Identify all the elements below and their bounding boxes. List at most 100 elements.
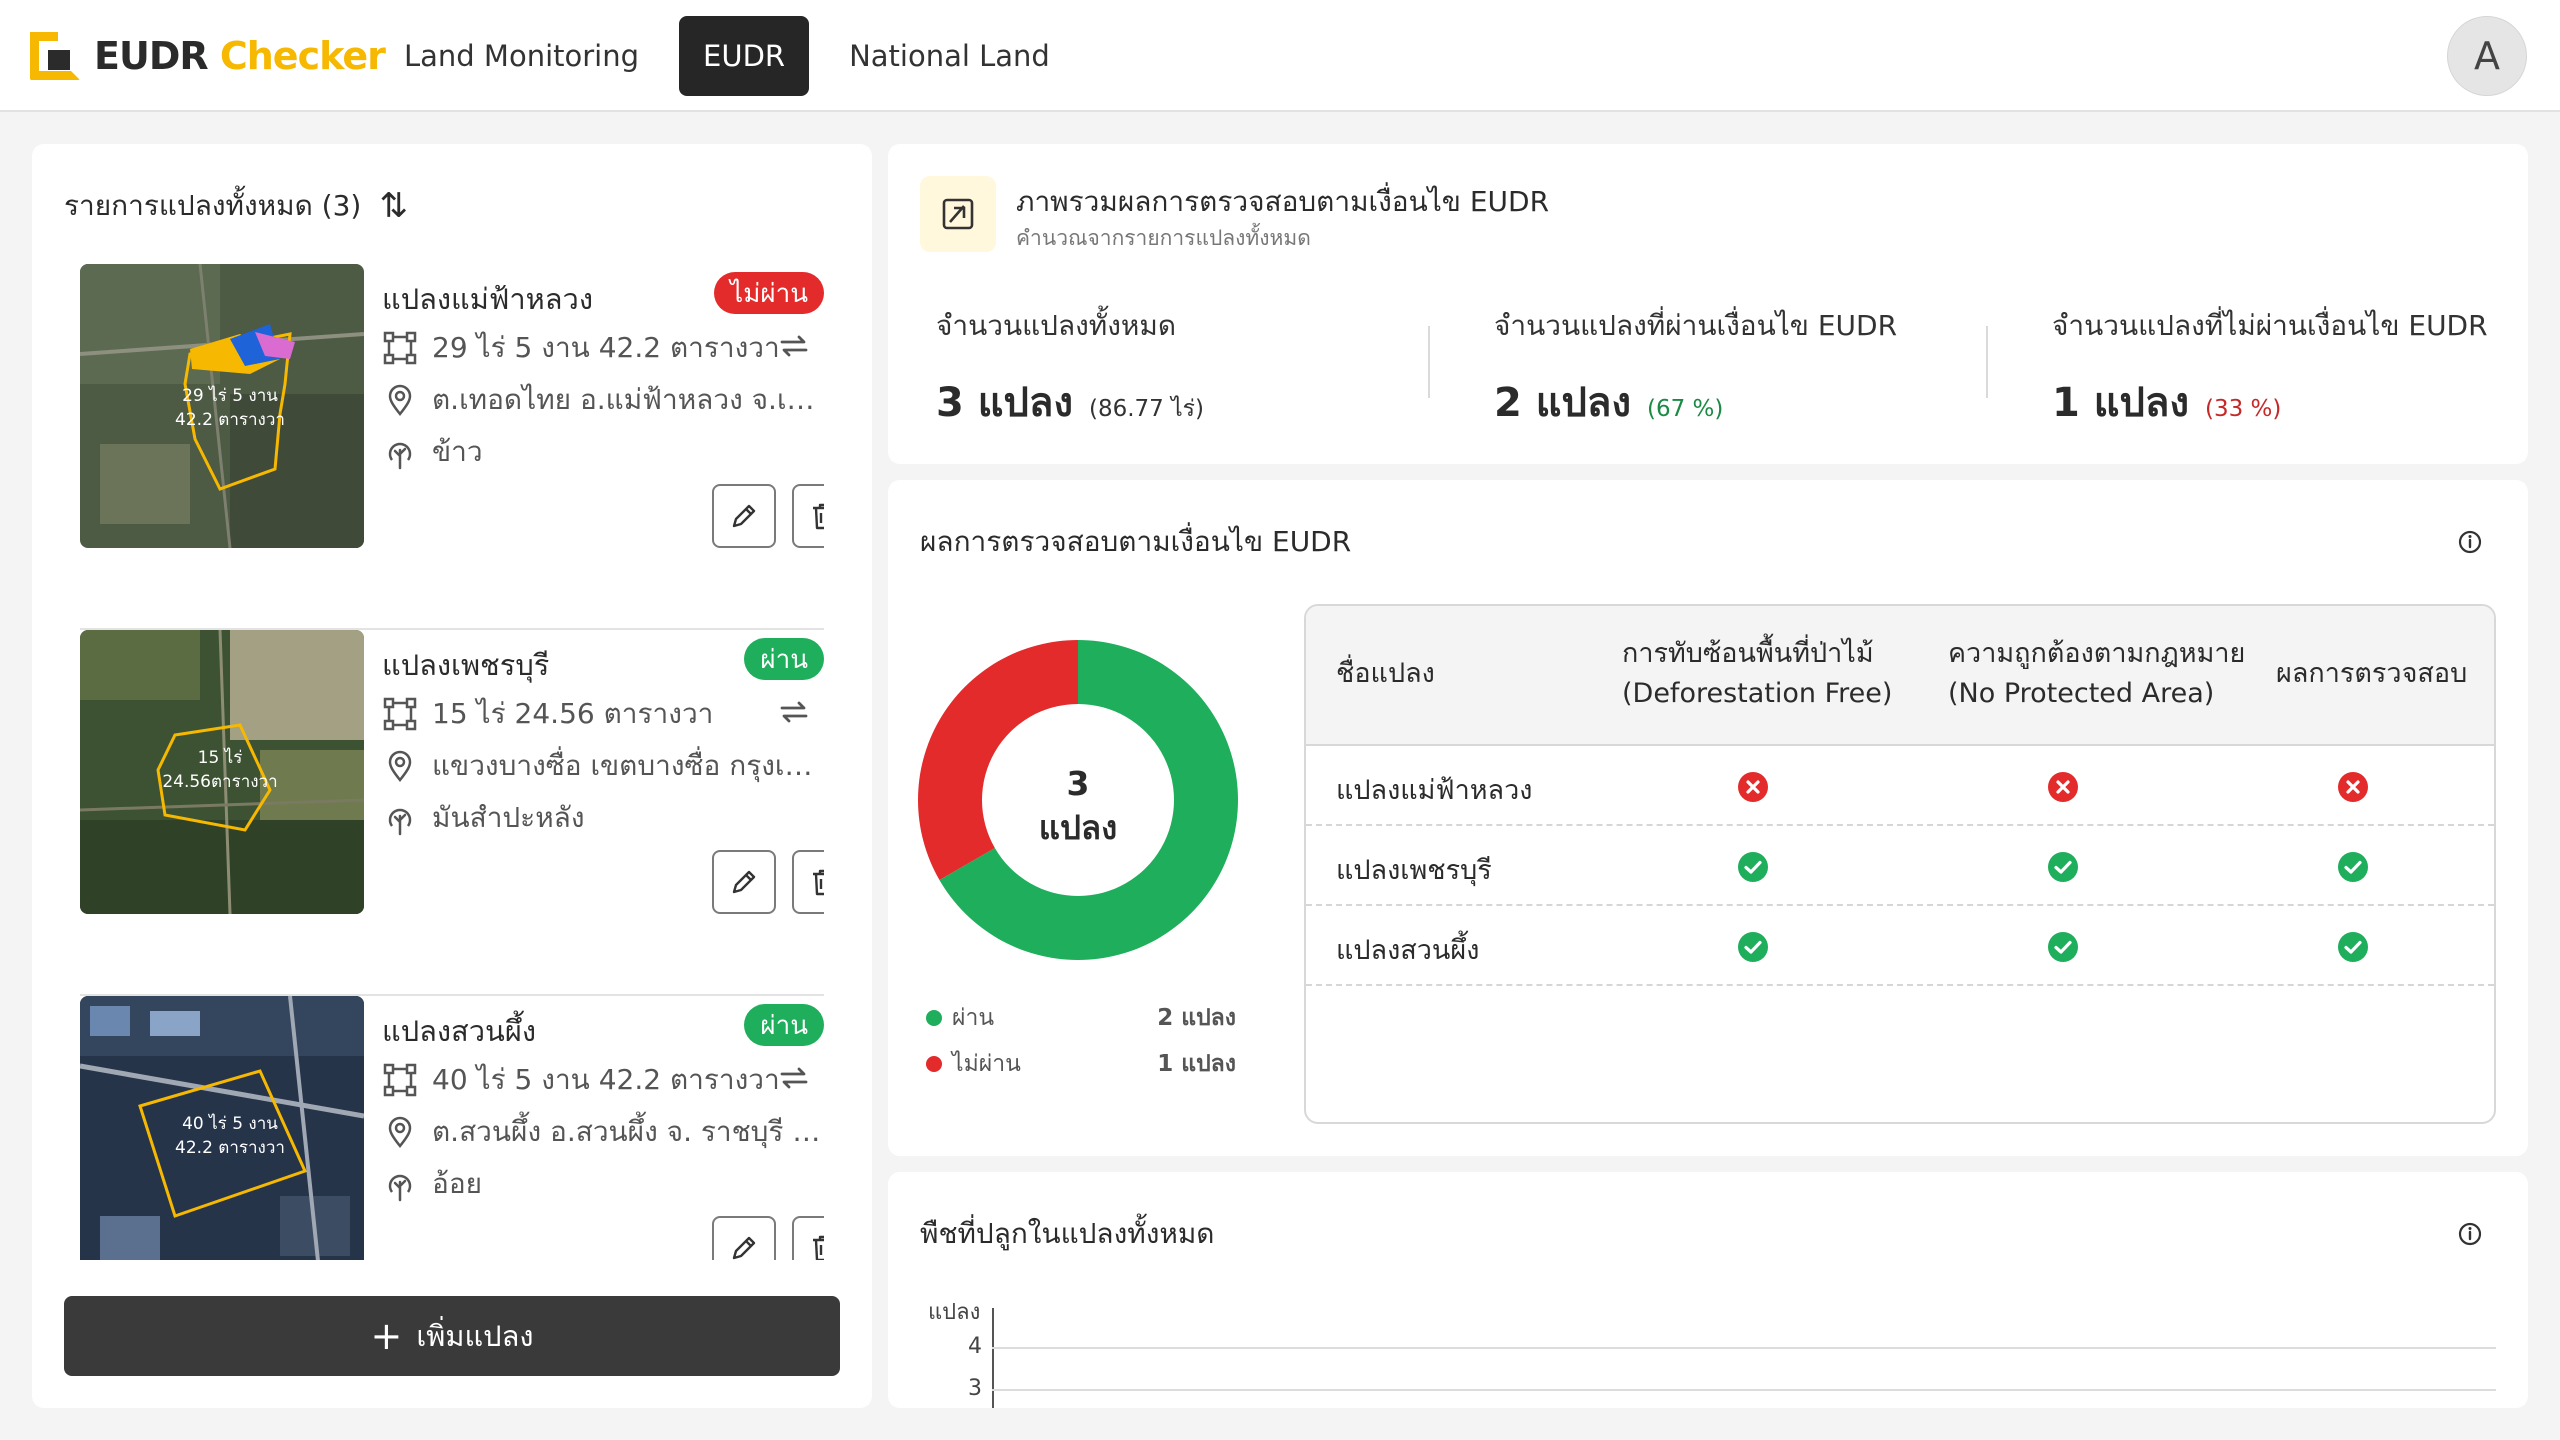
row-plot-name: แปลงเพชรบุรี	[1336, 855, 1492, 886]
col-header-deforestation-th: การทับซ้อนพื้นที่ป่าไม้	[1622, 638, 1874, 669]
plot-card-suanphueng[interactable]: 40 ไร่ 5 งาน 42.2 ตารางวา แปลงสวนผึ้ง ผ่…	[80, 996, 824, 1260]
plot-name: แปลงแม่ฟ้าหลวง	[382, 282, 593, 316]
plot-map-thumbnail[interactable]: 40 ไร่ 5 งาน 42.2 ตารางวา	[80, 996, 364, 1260]
location-pin-icon	[388, 1116, 412, 1149]
legend-dot-pass	[926, 1010, 942, 1026]
col-header-name: ชื่อแปลง	[1336, 658, 1435, 689]
row-plot-name: แปลงสวนผึ้ง	[1336, 935, 1480, 966]
x-circle-icon	[2336, 770, 2370, 804]
check-circle-icon	[2336, 930, 2370, 964]
plot-location-row: ต.เทอดไทย อ.แม่ฟ้าหลวง จ.เชียงราย	[382, 378, 822, 422]
pencil-icon	[732, 504, 756, 528]
swap-unit-icon[interactable]	[776, 694, 812, 730]
results-title: ผลการตรวจสอบตามเงื่อนไข EUDR	[920, 525, 1352, 558]
plot-area: 40 ไร่ 5 งาน 42.2 ตารางวา	[432, 1063, 780, 1096]
x-circle-icon	[1736, 770, 1770, 804]
map-label-area-2: 42.2 ตารางวา	[175, 1138, 285, 1158]
eudr-results-table: ชื่อแปลง การทับซ้อนพื้นที่ป่าไม้ (Defore…	[1304, 604, 2496, 1124]
plot-map-thumbnail[interactable]: 29 ไร่ 5 งาน 42.2 ตารางวา	[80, 264, 364, 548]
plot-area-row: 40 ไร่ 5 งาน 42.2 ตารางวา	[382, 1058, 822, 1102]
trash-icon	[813, 503, 824, 530]
user-avatar[interactable]: A	[2447, 16, 2527, 96]
trash-icon	[813, 1235, 824, 1260]
logo-text: EUDR Checker	[94, 34, 386, 78]
sort-updown-icon[interactable]: ⇅	[379, 186, 408, 226]
map-label-area-2: 24.56ตารางวา	[162, 772, 278, 792]
edit-button[interactable]	[712, 850, 776, 914]
col-header-legal: ความถูกต้องตามกฎหมาย (No Protected Area)	[1948, 634, 2245, 714]
app-logo[interactable]: EUDR Checker	[30, 30, 386, 82]
top-header: EUDR Checker Land Monitoring EUDR Nation…	[0, 0, 2560, 112]
divider	[1986, 326, 1988, 398]
logo-text-eudr: EUDR	[94, 34, 209, 78]
plot-map-thumbnail[interactable]: 15 ไร่ 24.56ตารางวา	[80, 630, 364, 914]
plot-area-row: 29 ไร่ 5 งาน 42.2 ตารางวา	[382, 326, 822, 370]
summary-title: ภาพรวมผลการตรวจสอบตามเงื่อนไข EUDR	[1016, 185, 1550, 218]
pencil-icon	[732, 1236, 756, 1260]
info-icon[interactable]	[2456, 1220, 2484, 1248]
check-circle-icon	[2046, 930, 2080, 964]
stat-fail: จำนวนแปลงที่ไม่ผ่านเงื่อนไข EUDR 1 แปลง …	[2052, 304, 2560, 434]
logo-icon	[30, 32, 80, 80]
col-header-legal-th: ความถูกต้องตามกฎหมาย	[1948, 638, 2246, 669]
plot-crop: อ้อย	[432, 1167, 483, 1200]
location-pin-icon	[388, 384, 412, 417]
tab-land-monitoring[interactable]: Land Monitoring	[380, 16, 663, 96]
map-label-area: 15 ไร่	[197, 748, 243, 768]
plot-card-maefahluang[interactable]: 29 ไร่ 5 งาน 42.2 ตารางวา แปลงแม่ฟ้าหลวง…	[80, 264, 824, 630]
plot-list-title: รายการแปลงทั้งหมด (3)	[64, 189, 362, 222]
tab-national-land[interactable]: National Land	[825, 16, 1074, 96]
col-header-deforestation: การทับซ้อนพื้นที่ป่าไม้ (Deforestation F…	[1622, 634, 1892, 714]
plot-card-phetchaburi[interactable]: 15 ไร่ 24.56ตารางวา แปลงเพชรบุรี ผ่าน 15…	[80, 630, 824, 996]
plot-list[interactable]: 29 ไร่ 5 งาน 42.2 ตารางวา แปลงแม่ฟ้าหลวง…	[80, 264, 824, 1260]
plot-crop-row: ข้าว	[382, 430, 822, 474]
stat-total: จำนวนแปลงทั้งหมด 3 แปลง (86.77 ไร่)	[936, 304, 1456, 434]
swap-unit-icon[interactable]	[776, 328, 812, 364]
y-tick-label: 4	[968, 1334, 982, 1359]
plot-list-header: รายการแปลงทั้งหมด (3) ⇅	[64, 184, 408, 228]
info-icon[interactable]	[2456, 528, 2484, 556]
pencil-icon	[732, 870, 756, 894]
stat-extra: (33 %)	[2204, 396, 2282, 422]
add-plot-button[interactable]: + เพิ่มแปลง	[64, 1296, 840, 1376]
plot-area: 29 ไร่ 5 งาน 42.2 ตารางวา	[432, 331, 780, 364]
edit-button[interactable]	[712, 484, 776, 548]
plus-icon: +	[370, 1314, 403, 1358]
check-circle-icon	[2046, 850, 2080, 884]
divider	[1428, 326, 1430, 398]
stat-value: 3 แปลง	[936, 380, 1073, 426]
area-icon	[383, 697, 417, 731]
check-circle-icon	[1736, 850, 1770, 884]
donut-center-label: 3 แปลง	[918, 762, 1238, 850]
delete-button[interactable]	[792, 484, 824, 548]
delete-button[interactable]	[792, 850, 824, 914]
legend-item-pass: ผ่าน 2 แปลง	[926, 1000, 1236, 1036]
plot-location-row: แขวงบางซื่อ เขตบางซื่อ กรุงเทพฯ	[382, 744, 822, 788]
stat-label: จำนวนแปลงที่ไม่ผ่านเงื่อนไข EUDR	[2052, 309, 2488, 342]
eudr-summary-card: ภาพรวมผลการตรวจสอบตามเงื่อนไข EUDR คำนวณ…	[888, 144, 2528, 464]
main-nav: Land Monitoring EUDR National Land	[380, 16, 1090, 96]
table-row: แปลงสวนผึ้ง	[1306, 906, 2494, 986]
table-header: ชื่อแปลง การทับซ้อนพื้นที่ป่าไม้ (Defore…	[1306, 606, 2494, 746]
plot-location: แขวงบางซื่อ เขตบางซื่อ กรุงเทพฯ	[432, 749, 822, 782]
plant-icon	[388, 1174, 412, 1202]
delete-button[interactable]	[792, 1216, 824, 1260]
crops-title: พืชที่ปลูกในแปลงทั้งหมด	[920, 1217, 1215, 1250]
legend-label: ผ่าน	[952, 1005, 995, 1031]
legend-count: 1 แปลง	[1157, 1051, 1236, 1077]
legend-label: ไม่ผ่าน	[952, 1051, 1021, 1077]
y-axis-line	[992, 1308, 994, 1408]
summary-subtitle: คำนวณจากรายการแปลงทั้งหมด	[1016, 226, 1311, 250]
plot-crop: มันสำปะหลัง	[432, 801, 585, 834]
swap-unit-icon[interactable]	[776, 1060, 812, 1096]
tab-eudr[interactable]: EUDR	[679, 16, 810, 96]
x-circle-icon	[2046, 770, 2080, 804]
row-plot-name: แปลงแม่ฟ้าหลวง	[1336, 775, 1533, 806]
plot-name: แปลงเพชรบุรี	[382, 648, 550, 682]
area-icon	[383, 1063, 417, 1097]
plot-location: ต.สวนผึ้ง อ.สวนผึ้ง จ. ราชบุรี 70180	[432, 1115, 822, 1148]
stat-value: 1 แปลง	[2052, 380, 2189, 426]
edit-button[interactable]	[712, 1216, 776, 1260]
legend-item-fail: ไม่ผ่าน 1 แปลง	[926, 1046, 1236, 1082]
chart-document-icon	[920, 176, 996, 252]
